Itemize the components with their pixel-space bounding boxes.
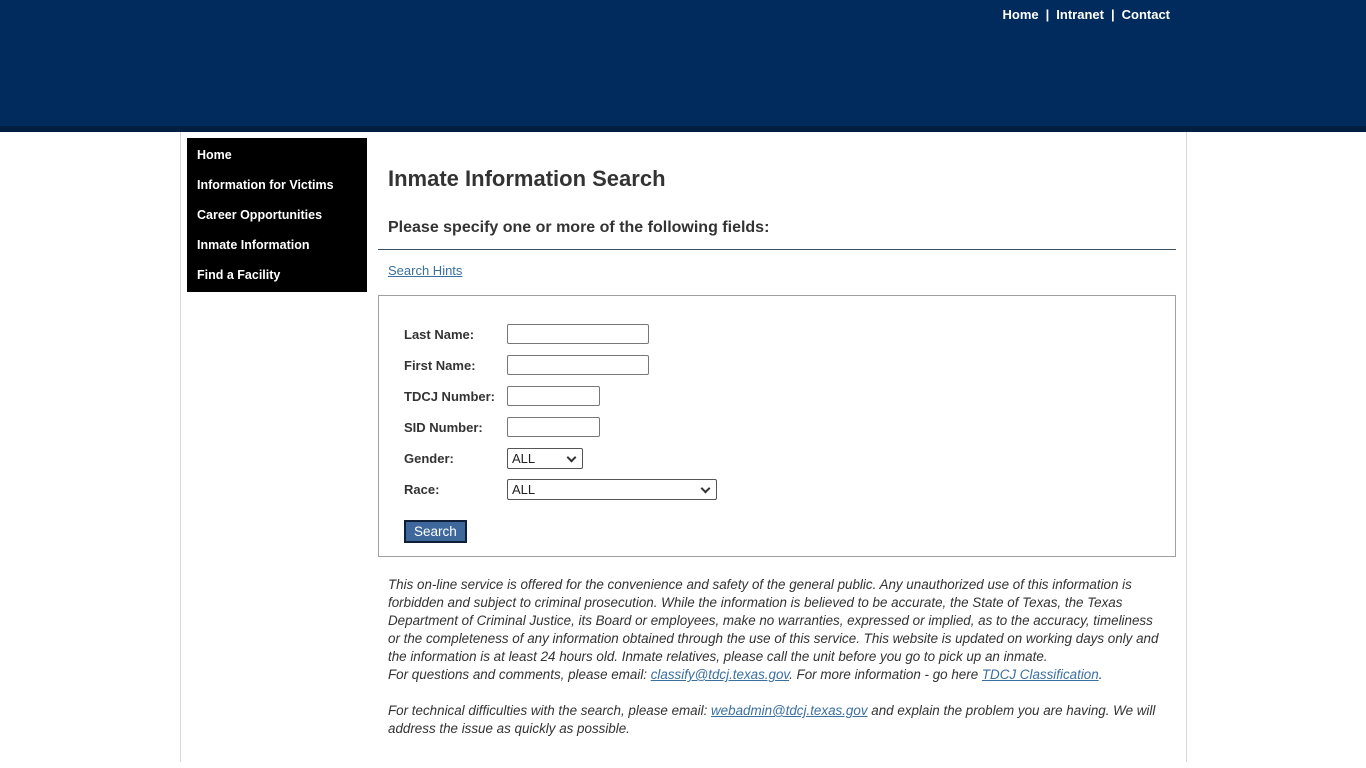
last-name-input[interactable]	[507, 324, 649, 344]
webadmin-email-link[interactable]: webadmin@tdcj.texas.gov	[711, 703, 868, 718]
technical-text: For technical difficulties with the sear…	[388, 703, 711, 718]
nav-separator: |	[1046, 7, 1050, 22]
sidebar-item-career-opportunities[interactable]: Career Opportunities	[187, 200, 367, 230]
search-hints-link[interactable]: Search Hints	[388, 263, 462, 278]
nav-link-home[interactable]: Home	[1003, 7, 1039, 22]
nav-separator: |	[1111, 7, 1115, 22]
tdcj-number-input[interactable]	[507, 386, 600, 406]
sid-number-input[interactable]	[507, 417, 600, 437]
first-name-input[interactable]	[507, 355, 649, 375]
top-nav: Home | Intranet | Contact	[1003, 7, 1170, 22]
search-button[interactable]: Search	[404, 520, 467, 543]
nav-link-intranet[interactable]: Intranet	[1056, 7, 1104, 22]
disclaimer-paragraph: This on-line service is offered for the …	[388, 576, 1161, 684]
disclaimer-body: This on-line service is offered for the …	[388, 577, 1158, 664]
gender-label: Gender:	[404, 451, 507, 466]
technical-paragraph: For technical difficulties with the sear…	[388, 702, 1161, 738]
questions-text: For questions and comments, please email…	[388, 667, 651, 682]
disclaimer-text: This on-line service is offered for the …	[388, 576, 1161, 738]
race-row: Race: ALL	[404, 479, 1175, 499]
sidebar-item-home[interactable]: Home	[187, 140, 367, 170]
tdcj-number-row: TDCJ Number:	[404, 386, 1175, 406]
main-content: Inmate Information Search Please specify…	[378, 132, 1176, 738]
content-container: Home Information for Victims Career Oppo…	[180, 132, 1187, 762]
form-instructions: Please specify one or more of the follow…	[378, 219, 1176, 249]
sid-number-label: SID Number:	[404, 420, 507, 435]
first-name-row: First Name:	[404, 355, 1175, 375]
sidebar-item-inmate-information[interactable]: Inmate Information	[187, 230, 367, 260]
search-form: Last Name: First Name: TDCJ Number: SID …	[378, 295, 1176, 557]
last-name-row: Last Name:	[404, 324, 1175, 344]
first-name-label: First Name:	[404, 358, 507, 373]
race-select[interactable]: ALL	[507, 479, 717, 500]
header-banner: Home | Intranet | Contact	[0, 0, 1366, 132]
classify-email-link[interactable]: classify@tdcj.texas.gov	[651, 667, 789, 682]
tdcj-number-label: TDCJ Number:	[404, 389, 507, 404]
sid-number-row: SID Number:	[404, 417, 1175, 437]
nav-link-contact[interactable]: Contact	[1122, 7, 1170, 22]
subtitle-divider: Please specify one or more of the follow…	[378, 219, 1176, 250]
gender-select[interactable]: ALL	[507, 448, 583, 469]
page-title: Inmate Information Search	[388, 166, 1176, 192]
gender-row: Gender: ALL	[404, 448, 1175, 468]
tdcj-classification-link[interactable]: TDCJ Classification	[982, 667, 1099, 682]
last-name-label: Last Name:	[404, 327, 507, 342]
questions-mid-text: . For more information - go here	[789, 667, 982, 682]
sidebar-item-information-for-victims[interactable]: Information for Victims	[187, 170, 367, 200]
sidebar-item-find-a-facility[interactable]: Find a Facility	[187, 260, 367, 290]
sidebar-menu: Home Information for Victims Career Oppo…	[187, 138, 367, 292]
questions-suffix-text: .	[1099, 667, 1103, 682]
race-label: Race:	[404, 482, 507, 497]
